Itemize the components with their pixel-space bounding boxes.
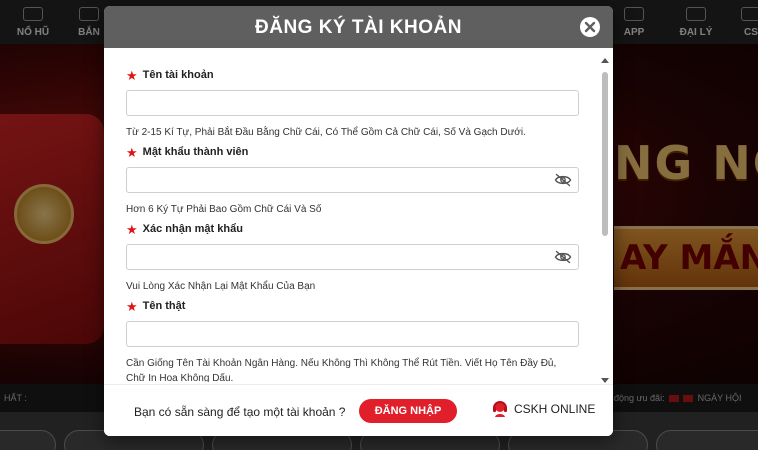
username-label-text: Tên tài khoản xyxy=(142,69,214,81)
real-name-label-text: Tên thật xyxy=(142,300,186,312)
scroll-down-icon[interactable] xyxy=(601,378,609,383)
scroll-up-icon[interactable] xyxy=(601,58,609,63)
eye-slash-icon[interactable] xyxy=(554,173,572,187)
password-field-group: ★ Mật khẩu thành viên Hơn 6 Ký Tự Phải B… xyxy=(126,145,582,217)
form-scrollbar[interactable] xyxy=(601,58,609,388)
confirm-password-label: ★ Xác nhận mật khẩu xyxy=(126,222,582,236)
confirm-password-input-box xyxy=(126,244,579,270)
password-input-box xyxy=(126,167,579,193)
password-label-text: Mật khẩu thành viên xyxy=(142,146,249,158)
real-name-hint: Cần Giống Tên Tài Khoản Ngân Hàng. Nếu K… xyxy=(126,358,557,382)
headset-icon xyxy=(493,401,507,417)
required-star-icon: ★ xyxy=(126,298,138,314)
username-input-box xyxy=(126,90,579,116)
support-online-link[interactable]: CSKH ONLINE xyxy=(492,400,595,418)
login-button[interactable]: ĐĂNG NHẬP xyxy=(359,399,457,423)
username-field-group: ★ Tên tài khoản Từ 2-15 Kí Tự, Phải Bắt … xyxy=(126,68,582,140)
username-hint: Từ 2-15 Kí Tự, Phải Bắt Đầu Bằng Chữ Cái… xyxy=(126,127,526,138)
eye-slash-icon[interactable] xyxy=(554,250,572,264)
modal-header: ĐĂNG KÝ TÀI KHOẢN xyxy=(104,6,613,48)
password-label: ★ Mật khẩu thành viên xyxy=(126,145,582,159)
username-input[interactable] xyxy=(127,91,578,115)
required-star-icon: ★ xyxy=(126,221,138,237)
confirm-password-label-text: Xác nhận mật khẩu xyxy=(142,223,243,235)
required-star-icon: ★ xyxy=(126,67,138,83)
real-name-label: ★ Tên thật xyxy=(126,299,582,313)
modal-footer: Bạn có sẵn sàng để tạo một tài khoản ? Đ… xyxy=(104,384,613,436)
required-star-icon: ★ xyxy=(126,144,138,160)
confirm-password-input[interactable] xyxy=(127,245,578,269)
password-hint: Hơn 6 Ký Tự Phải Bao Gồm Chữ Cái Và Số xyxy=(126,204,322,215)
username-label: ★ Tên tài khoản xyxy=(126,68,582,82)
modal-form-body[interactable]: ★ Tên tài khoản Từ 2-15 Kí Tự, Phải Bắt … xyxy=(104,48,613,382)
real-name-input[interactable] xyxy=(127,322,578,346)
password-input[interactable] xyxy=(127,168,578,192)
real-name-field-group: ★ Tên thật Cần Giống Tên Tài Khoản Ngân … xyxy=(126,299,582,382)
footer-prompt: Bạn có sẵn sàng để tạo một tài khoản ? xyxy=(134,405,346,419)
modal-title: ĐĂNG KÝ TÀI KHOẢN xyxy=(255,17,462,38)
scroll-thumb[interactable] xyxy=(602,72,608,236)
close-icon xyxy=(584,21,596,33)
confirm-password-field-group: ★ Xác nhận mật khẩu Vui Lòng Xác Nhận Lạ… xyxy=(126,222,582,294)
close-button[interactable] xyxy=(580,17,600,37)
real-name-input-box xyxy=(126,321,579,347)
register-modal: ĐĂNG KÝ TÀI KHOẢN ★ Tên tài khoản Từ 2-1… xyxy=(104,6,613,436)
confirm-password-hint: Vui Lòng Xác Nhận Lại Mật Khẩu Của Bạn xyxy=(126,281,316,292)
support-label: CSKH ONLINE xyxy=(514,402,596,416)
